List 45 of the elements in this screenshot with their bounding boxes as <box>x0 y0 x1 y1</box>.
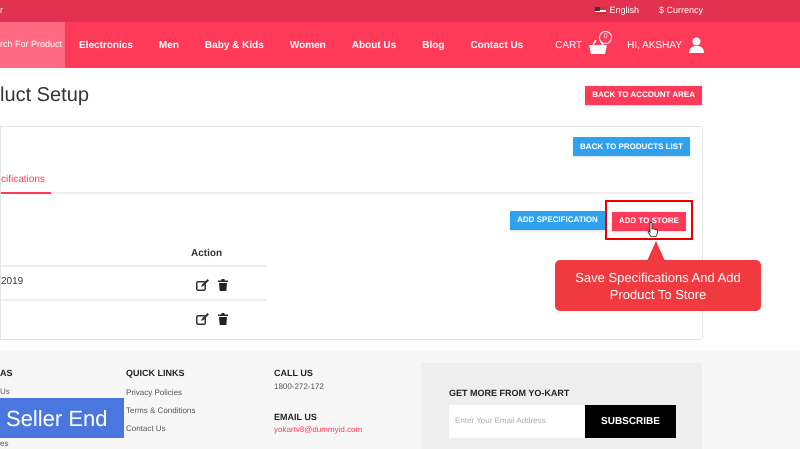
nav-item[interactable]: About Us <box>352 22 396 68</box>
column-header: Action <box>191 247 222 261</box>
nav-item[interactable]: Baby & Kids <box>204 22 264 68</box>
footer-link[interactable]: es <box>0 438 8 448</box>
nav-item[interactable]: Contact Us <box>470 22 524 68</box>
language-selector[interactable]: English <box>595 4 639 18</box>
footer-heading: CALL US <box>274 367 314 380</box>
add-specification-button[interactable]: ADD SPECIFICATION <box>510 210 605 230</box>
footer-link[interactable]: Us <box>0 386 10 396</box>
seller-end-label: Seller End <box>0 398 124 438</box>
top-bar-text: r <box>0 4 3 18</box>
back-to-products-button[interactable]: BACK TO PRODUCTS LIST <box>573 137 690 156</box>
footer-link[interactable]: Contact Us <box>126 422 166 440</box>
footer-heading: AS <box>0 367 14 380</box>
add-to-store-button[interactable]: ADD TO STORE <box>612 212 686 230</box>
callout-text: Save Specifications And Add Product To Store <box>574 268 742 302</box>
cart-icon[interactable] <box>589 40 608 54</box>
edit-icon[interactable] <box>196 279 209 291</box>
flag-icon <box>595 7 606 15</box>
subscribe-button[interactable]: SUBSCRIBE <box>585 404 676 438</box>
user-greeting[interactable]: HI, AKSHAY <box>627 38 682 52</box>
hand-cursor-icon <box>646 222 659 237</box>
email-input[interactable]: Enter Your Email Address <box>449 404 585 438</box>
back-to-account-button[interactable]: BACK TO ACCOUNT AREA <box>585 86 702 104</box>
email-link[interactable]: yokartv8@dummyid.com <box>274 425 362 434</box>
nav-item[interactable]: Men <box>158 22 179 68</box>
nav-item[interactable]: Women <box>290 22 326 68</box>
newsletter-heading: GET MORE FROM YO-KART <box>449 387 570 400</box>
footer-heading: EMAIL US <box>274 410 318 424</box>
nav-item[interactable]: rch For Product <box>0 22 65 68</box>
currency-selector[interactable]: $ Currency <box>658 4 703 18</box>
nav-item[interactable]: Blog <box>422 22 444 68</box>
user-icon <box>689 37 704 53</box>
footer-link[interactable]: Privacy Policies <box>126 386 182 404</box>
trash-icon[interactable] <box>218 313 228 325</box>
nav-item[interactable]: Electronics <box>79 22 133 68</box>
edit-icon[interactable] <box>196 313 209 325</box>
footer-link[interactable]: Terms & Conditions <box>126 404 196 422</box>
phone-number: 1800-272-172 <box>274 380 325 392</box>
tab[interactable]: cifications <box>1 172 51 194</box>
cart-label[interactable]: CART <box>555 38 582 52</box>
page-title: luct Setup <box>0 83 89 108</box>
trash-icon[interactable] <box>218 279 228 291</box>
table-cell: 2019 <box>1 276 24 287</box>
footer-heading: QUICK LINKS <box>126 367 186 380</box>
